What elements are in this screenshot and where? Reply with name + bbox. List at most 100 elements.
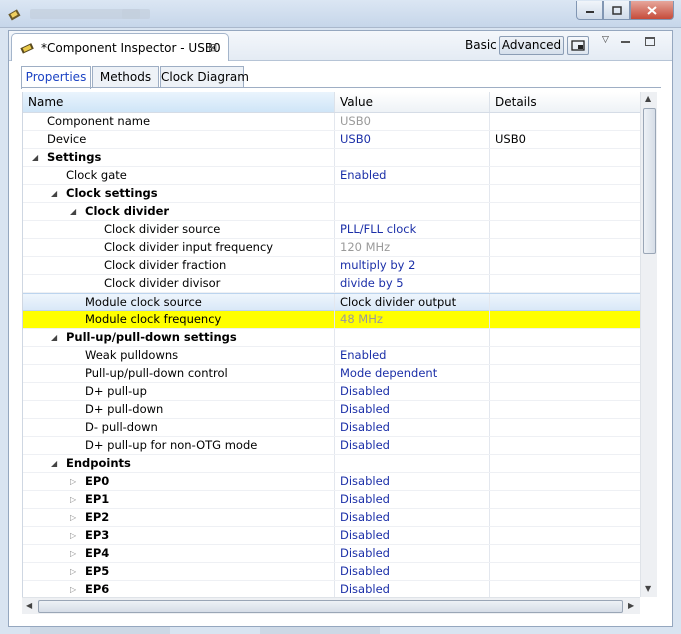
scroll-left-icon[interactable]: ◀ — [26, 601, 32, 610]
horizontal-scrollbar[interactable]: ◀ ▶ — [22, 597, 640, 614]
horizontal-scroll-thumb[interactable] — [38, 600, 623, 613]
tree-collapsed-icon[interactable]: ▷ — [70, 527, 76, 544]
table-row[interactable]: ▷ EP5 Disabled — [23, 563, 640, 581]
property-value-cell[interactable]: Enabled — [335, 347, 490, 364]
tree-collapsed-icon[interactable]: ▷ — [70, 509, 76, 526]
table-row[interactable]: ▷ EP6 Disabled — [23, 581, 640, 597]
table-row[interactable]: Module clock frequency 48 MHz — [23, 311, 640, 329]
property-value-cell[interactable]: Disabled — [335, 401, 490, 418]
property-value-cell[interactable]: Clock divider output — [335, 294, 490, 311]
table-row[interactable]: Clock divider input frequency 120 MHz — [23, 239, 640, 257]
table-row[interactable]: Clock divider fraction multiply by 2 — [23, 257, 640, 275]
tree-expanded-icon[interactable]: ◢ — [51, 185, 57, 202]
property-value-cell[interactable]: 120 MHz — [335, 239, 490, 256]
property-value-cell[interactable] — [335, 329, 490, 346]
view-menu-icon[interactable]: ▽ — [602, 35, 609, 45]
table-row[interactable]: ◢ Clock settings — [23, 185, 640, 203]
property-value-cell[interactable]: Disabled — [335, 419, 490, 436]
property-name-cell: ▷ EP0 — [23, 473, 335, 490]
tree-collapsed-icon[interactable]: ▷ — [70, 545, 76, 562]
table-row[interactable]: Clock divider source PLL/FLL clock — [23, 221, 640, 239]
column-header-value[interactable]: Value — [335, 92, 490, 112]
table-row[interactable]: D+ pull-up for non-OTG mode Disabled — [23, 437, 640, 455]
advanced-mode-button[interactable]: Advanced — [499, 36, 564, 55]
property-name: Device — [47, 132, 87, 146]
minimize-button[interactable] — [576, 1, 603, 20]
table-row[interactable]: Clock gate Enabled — [23, 167, 640, 185]
tree-expanded-icon[interactable]: ◢ — [51, 455, 57, 472]
tree-expanded-icon[interactable]: ◢ — [32, 149, 38, 166]
table-row[interactable]: ▷ EP2 Disabled — [23, 509, 640, 527]
tree-collapsed-icon[interactable]: ▷ — [70, 473, 76, 490]
property-value-cell[interactable]: Disabled — [335, 527, 490, 544]
property-value-cell[interactable]: Disabled — [335, 545, 490, 562]
tree-collapsed-icon[interactable]: ▷ — [70, 581, 76, 597]
tree-expanded-icon[interactable]: ◢ — [51, 329, 57, 346]
property-value-cell[interactable]: USB0 — [335, 113, 490, 130]
table-body: Component name USB0 Device USB0 USB0 ◢ Setting… — [23, 113, 640, 597]
column-header-name[interactable]: Name — [23, 92, 335, 112]
property-name-cell: Weak pulldowns — [23, 347, 335, 364]
property-value-cell[interactable]: Disabled — [335, 581, 490, 597]
tab-divider — [21, 87, 661, 88]
property-value-cell[interactable]: Disabled — [335, 473, 490, 490]
layout-toggle-button[interactable] — [567, 36, 589, 55]
view-tab[interactable]: *Component Inspector - USB0 ⊠ — [11, 33, 229, 61]
property-value-cell[interactable]: multiply by 2 — [335, 257, 490, 274]
property-value-cell[interactable] — [335, 149, 490, 166]
table-row[interactable]: ▷ EP4 Disabled — [23, 545, 640, 563]
table-row[interactable]: ▷ EP3 Disabled — [23, 527, 640, 545]
table-row[interactable]: ◢ Pull-up/pull-down settings — [23, 329, 640, 347]
table-row[interactable]: D+ pull-down Disabled — [23, 401, 640, 419]
property-value-cell[interactable]: divide by 5 — [335, 275, 490, 292]
minimize-view-icon[interactable] — [621, 41, 630, 43]
property-value-cell[interactable]: Enabled — [335, 167, 490, 184]
close-window-button[interactable] — [630, 1, 674, 20]
property-value-cell[interactable]: Disabled — [335, 563, 490, 580]
property-value-cell[interactable]: Disabled — [335, 509, 490, 526]
property-value-cell[interactable]: USB0 — [335, 131, 490, 148]
property-value-cell[interactable]: Disabled — [335, 437, 490, 454]
tree-expanded-icon[interactable]: ◢ — [70, 203, 76, 220]
vertical-scroll-thumb[interactable] — [643, 108, 656, 254]
property-details-cell — [490, 383, 640, 400]
basic-mode-button[interactable]: Basic — [465, 38, 497, 52]
table-row[interactable]: Clock divider divisor divide by 5 — [23, 275, 640, 293]
property-value-cell[interactable] — [335, 455, 490, 472]
property-name: Clock divider divisor — [104, 276, 221, 290]
table-row[interactable]: Weak pulldowns Enabled — [23, 347, 640, 365]
table-row[interactable]: ◢ Endpoints — [23, 455, 640, 473]
property-value-cell[interactable]: Mode dependent — [335, 365, 490, 382]
property-value-cell[interactable]: Disabled — [335, 383, 490, 400]
close-tab-icon[interactable]: ⊠ — [208, 41, 217, 54]
table-row[interactable]: ◢ Settings — [23, 149, 640, 167]
tab-clock-diagram[interactable]: Clock Diagram — [160, 66, 249, 88]
table-row[interactable]: Pull-up/pull-down control Mode dependent — [23, 365, 640, 383]
table-row[interactable]: Module clock source Clock divider output — [23, 293, 640, 311]
table-row[interactable]: Device USB0 USB0 — [23, 131, 640, 149]
view-tab-title: *Component Inspector - USB0 — [41, 41, 221, 55]
table-row[interactable]: ▷ EP0 Disabled — [23, 473, 640, 491]
vertical-scrollbar[interactable]: ▲ ▼ — [640, 92, 657, 597]
tree-collapsed-icon[interactable]: ▷ — [70, 491, 76, 508]
property-value-cell[interactable] — [335, 185, 490, 202]
table-row[interactable]: D- pull-down Disabled — [23, 419, 640, 437]
property-value-cell[interactable]: Disabled — [335, 491, 490, 508]
scroll-right-icon[interactable]: ▶ — [628, 601, 634, 610]
table-row[interactable]: ◢ Clock divider — [23, 203, 640, 221]
tab-properties[interactable]: Properties — [21, 66, 91, 89]
tree-collapsed-icon[interactable]: ▷ — [70, 563, 76, 580]
scroll-down-icon[interactable]: ▼ — [645, 584, 651, 593]
column-header-details[interactable]: Details — [490, 92, 640, 112]
property-name-cell: Clock divider input frequency — [23, 239, 335, 256]
scroll-up-icon[interactable]: ▲ — [645, 94, 651, 103]
maximize-view-icon[interactable] — [645, 37, 655, 46]
table-row[interactable]: ▷ EP1 Disabled — [23, 491, 640, 509]
table-row[interactable]: Component name USB0 — [23, 113, 640, 131]
property-value-cell[interactable]: PLL/FLL clock — [335, 221, 490, 238]
property-value-cell[interactable] — [335, 203, 490, 220]
maximize-button[interactable] — [603, 1, 630, 20]
tab-methods[interactable]: Methods — [92, 66, 159, 88]
table-row[interactable]: D+ pull-up Disabled — [23, 383, 640, 401]
property-value-cell[interactable]: 48 MHz — [335, 311, 490, 328]
